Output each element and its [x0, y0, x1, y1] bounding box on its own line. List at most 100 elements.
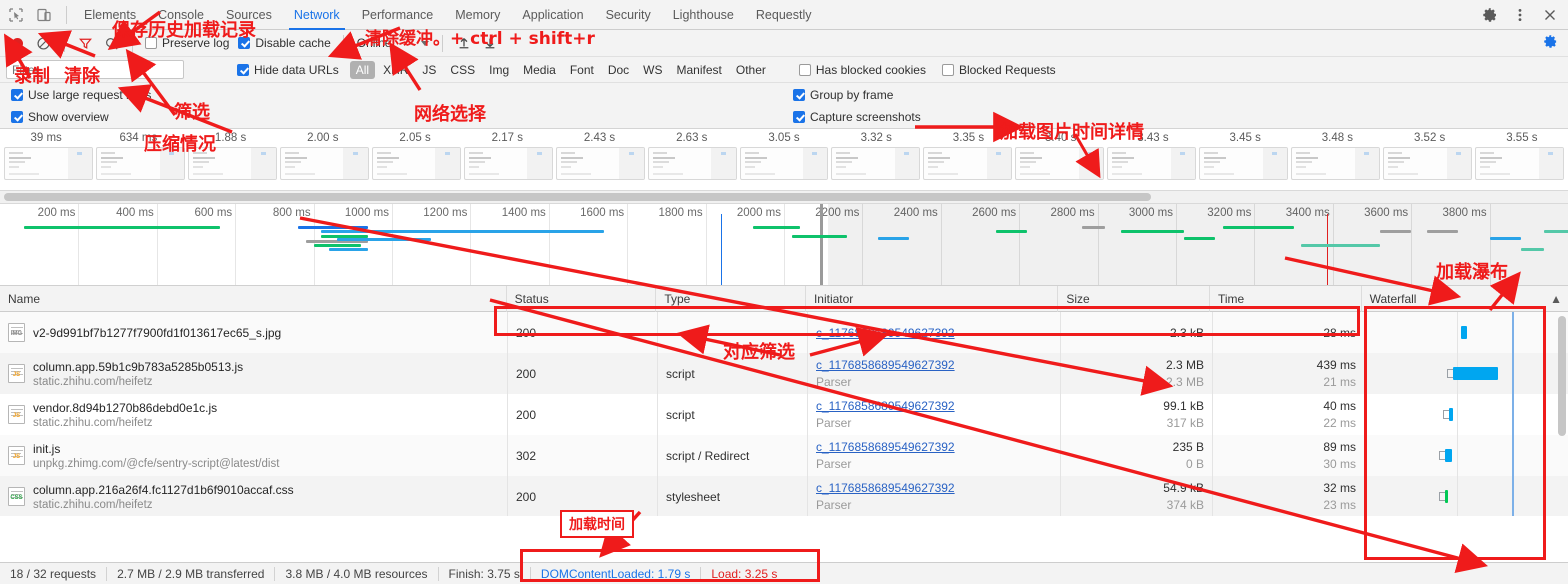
hide-data-urls-checkbox[interactable]: Hide data URLs	[234, 63, 342, 77]
preserve-log-checkbox[interactable]: Preserve log	[142, 36, 232, 50]
filmstrip-frame[interactable]	[1475, 147, 1564, 180]
request-waterfall-cell[interactable]	[1365, 353, 1568, 394]
record-button[interactable]	[6, 33, 29, 54]
filter-type-manifest[interactable]: Manifest	[671, 61, 728, 79]
column-header-time[interactable]: Time	[1210, 285, 1362, 312]
request-waterfall-cell[interactable]	[1365, 435, 1568, 476]
request-name-cell[interactable]: JS vendor.8d94b1270b86debd0e1c.js static.…	[8, 401, 499, 429]
filmstrip-frame[interactable]	[1107, 147, 1197, 180]
close-icon[interactable]	[1542, 7, 1558, 23]
filmstrip-frame[interactable]	[4, 147, 93, 180]
filter-type-img[interactable]: Img	[483, 61, 515, 79]
tab-performance[interactable]: Performance	[351, 0, 445, 30]
request-initiator[interactable]: c_1176858689549627392	[816, 481, 1052, 495]
table-row[interactable]: IMG v2-9d991bf7b1277f7900fd1f013617ec65_…	[0, 312, 1568, 353]
request-name-cell[interactable]: JS column.app.59b1c9b783a5285b0513.js sta…	[8, 360, 499, 388]
filmstrip-frame[interactable]	[95, 147, 185, 180]
export-har-icon[interactable]	[478, 33, 501, 54]
column-header-name[interactable]: Name	[0, 285, 507, 312]
capture-screenshots-checkbox[interactable]: Capture screenshots	[790, 110, 924, 124]
request-waterfall-cell[interactable]	[1365, 394, 1568, 435]
tab-requestly[interactable]: Requestly	[745, 0, 823, 30]
request-name-cell[interactable]: JS init.js unpkg.zhimg.com/@cfe/sentry-sc…	[8, 442, 499, 470]
has-blocked-cookies-checkbox[interactable]: Has blocked cookies	[796, 63, 929, 77]
request-type: script	[666, 366, 695, 381]
tab-application[interactable]: Application	[511, 0, 594, 30]
request-waterfall-cell[interactable]	[1365, 312, 1568, 353]
tab-lighthouse[interactable]: Lighthouse	[662, 0, 745, 30]
network-overview[interactable]: 200 ms 400 ms 600 ms 800 ms 1000 ms 1200 ms 14…	[0, 204, 1568, 286]
tab-memory[interactable]: Memory	[444, 0, 511, 30]
filter-type-font[interactable]: Font	[564, 61, 600, 79]
filmstrip-frame[interactable]	[1291, 147, 1381, 180]
filmstrip-frame[interactable]	[1199, 147, 1289, 180]
filter-type-media[interactable]: Media	[517, 61, 562, 79]
device-toolbar-icon[interactable]	[36, 7, 52, 23]
filter-input[interactable]	[6, 60, 184, 79]
column-header-waterfall[interactable]: Waterfall	[1362, 286, 1545, 312]
request-table-body[interactable]: IMG v2-9d991bf7b1277f7900fd1f013617ec65_…	[0, 312, 1568, 516]
request-waterfall-cell[interactable]	[1365, 476, 1568, 516]
import-har-icon[interactable]	[452, 33, 475, 54]
request-initiator[interactable]: c_1176858689549627392	[816, 440, 1052, 454]
filmstrip-frame[interactable]	[555, 147, 645, 180]
tab-console[interactable]: Console	[147, 0, 215, 30]
filter-type-other[interactable]: Other	[730, 61, 772, 79]
filmstrip-frame[interactable]	[279, 147, 369, 180]
filmstrip-frame[interactable]	[831, 147, 921, 180]
request-name-cell[interactable]: CSS column.app.216a26f4.fc1127d1b6f9010a…	[8, 483, 499, 511]
overview-selection-handle[interactable]	[820, 204, 824, 285]
filmstrip-frame[interactable]	[739, 147, 829, 180]
overview-tick: 200 ms	[38, 204, 80, 285]
filmstrip-scrollbar[interactable]	[0, 191, 1568, 204]
filmstrip-frame[interactable]	[187, 147, 277, 180]
request-initiator-sub: Parser	[816, 375, 852, 389]
table-row[interactable]: JS column.app.59b1c9b783a5285b0513.js sta…	[0, 353, 1568, 394]
filter-type-js[interactable]: JS	[416, 61, 442, 79]
filter-type-xhr[interactable]: XHR	[377, 61, 414, 79]
request-initiator[interactable]: c_1176858689549627392	[816, 326, 1052, 340]
disable-cache-checkbox[interactable]: Disable cache	[235, 36, 333, 50]
column-header-type[interactable]: Type	[656, 285, 806, 312]
clear-icon[interactable]	[32, 33, 55, 54]
filmstrip-frame[interactable]	[463, 147, 553, 180]
tab-security[interactable]: Security	[595, 0, 662, 30]
throttling-select[interactable]: Online	[353, 36, 434, 50]
request-status: 200	[516, 407, 537, 422]
tab-sources[interactable]: Sources	[215, 0, 283, 30]
request-initiator[interactable]: c_1176858689549627392	[816, 358, 1052, 372]
network-settings-gear-icon[interactable]	[1543, 34, 1558, 52]
filter-type-css[interactable]: CSS	[444, 61, 481, 79]
table-row[interactable]: JS vendor.8d94b1270b86debd0e1c.js static.…	[0, 394, 1568, 435]
filmstrip-frame[interactable]	[923, 147, 1013, 180]
search-icon[interactable]	[100, 33, 123, 54]
filmstrip-frame[interactable]	[647, 147, 737, 180]
filter-funnel-icon[interactable]	[74, 33, 97, 54]
request-type: script / Redirect	[666, 448, 750, 463]
table-row[interactable]: JS init.js unpkg.zhimg.com/@cfe/sentry-sc…	[0, 435, 1568, 476]
show-overview-checkbox[interactable]: Show overview	[8, 110, 112, 124]
filter-type-doc[interactable]: Doc	[602, 61, 635, 79]
filter-type-ws[interactable]: WS	[637, 61, 668, 79]
filter-type-all[interactable]: All	[349, 60, 376, 79]
filmstrip-frame[interactable]	[1015, 147, 1105, 180]
table-row[interactable]: CSS column.app.216a26f4.fc1127d1b6f9010a…	[0, 476, 1568, 516]
blocked-requests-checkbox[interactable]: Blocked Requests	[939, 63, 1059, 77]
tab-elements[interactable]: Elements	[73, 0, 147, 30]
more-vertical-icon[interactable]	[1512, 7, 1528, 23]
column-header-status[interactable]: Status	[507, 285, 657, 312]
column-header-size[interactable]: Size	[1058, 285, 1210, 312]
waterfall-sort-icon[interactable]: ▲	[1544, 286, 1568, 312]
request-name-cell[interactable]: IMG v2-9d991bf7b1277f7900fd1f013617ec65_…	[8, 323, 499, 342]
tab-network[interactable]: Network	[283, 0, 351, 30]
column-header-initiator[interactable]: Initiator	[806, 285, 1059, 312]
inspect-icon[interactable]	[8, 7, 24, 23]
group-by-frame-checkbox[interactable]: Group by frame	[790, 88, 896, 102]
use-large-request-rows-checkbox[interactable]: Use large request rows	[8, 88, 154, 102]
request-initiator[interactable]: c_1176858689549627392	[816, 399, 1052, 413]
filmstrip-frame[interactable]	[371, 147, 461, 180]
filmstrip-frame[interactable]	[1383, 147, 1472, 180]
scrollbar-thumb[interactable]	[4, 193, 1151, 201]
vertical-scrollbar-thumb[interactable]	[1558, 316, 1566, 436]
settings-gear-icon[interactable]	[1482, 7, 1498, 23]
